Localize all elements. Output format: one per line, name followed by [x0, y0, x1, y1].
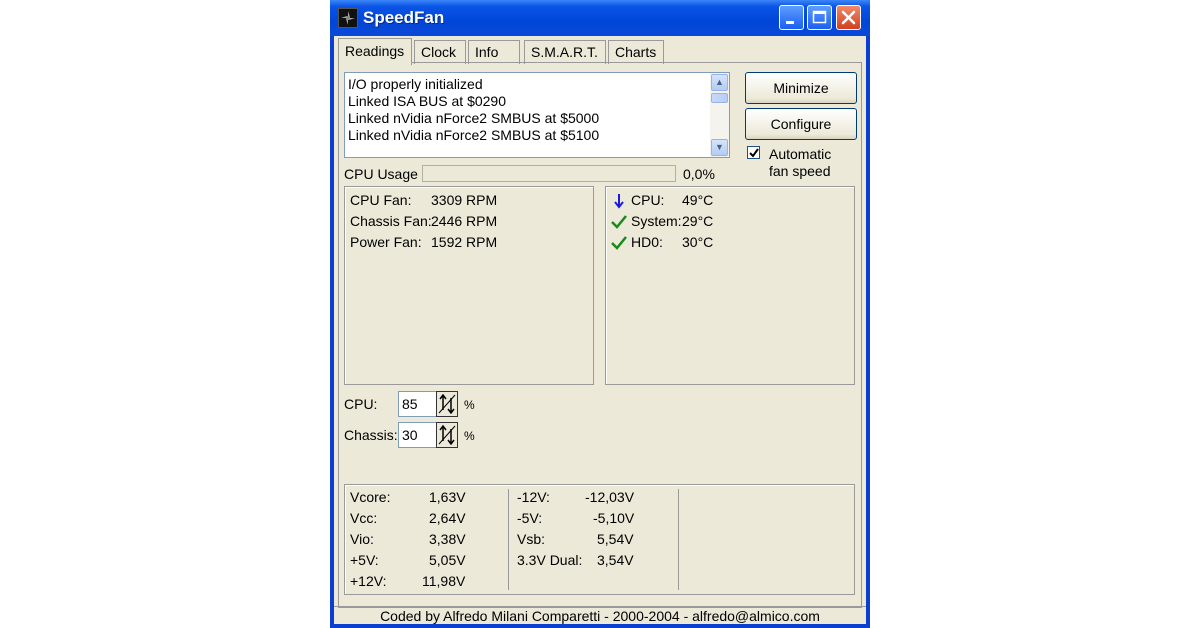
close-window-button[interactable] — [836, 5, 861, 30]
voltage-value: 3,54V — [597, 552, 634, 568]
automatic-fan-speed-checkbox[interactable] — [747, 146, 760, 159]
voltage-label: -12V: — [517, 489, 550, 505]
chassis-speed-spinner[interactable] — [436, 422, 458, 448]
voltage-value: -5,10V — [593, 510, 635, 526]
voltage-label: Vcore: — [350, 489, 391, 505]
voltages-box: Vcore: 1,63V Vcc: 2,64V Vio: 3,38V +5V: … — [344, 484, 855, 595]
voltage-label: Vsb: — [517, 531, 546, 547]
cpu-speed-unit: % — [464, 398, 475, 412]
checkmark-icon — [611, 215, 627, 229]
log-line: Linked nVidia nForce2 SMBUS at $5100 — [348, 127, 600, 143]
voltage-label: Vcc: — [350, 510, 378, 526]
scroll-down-arrow-icon[interactable]: ▼ — [711, 139, 728, 156]
tab-readings[interactable]: Readings — [338, 38, 412, 65]
voltage-label: 3.3V Dual: — [517, 552, 583, 568]
log-line: Linked nVidia nForce2 SMBUS at $5000 — [348, 110, 600, 126]
temp-value: 29°C — [682, 213, 714, 229]
chassis-speed-label: Chassis: — [344, 427, 398, 443]
minimize-icon — [786, 21, 794, 24]
voltage-value: 11,98V — [422, 573, 466, 589]
voltage-value: 1,63V — [429, 489, 466, 505]
column-divider — [508, 489, 509, 590]
maximize-window-button[interactable] — [807, 5, 832, 30]
cpu-usage-value: 0,0% — [683, 166, 715, 182]
window-title: SpeedFan — [363, 8, 445, 27]
log-scrollbar[interactable]: ▲ ▼ — [710, 73, 729, 157]
close-icon — [841, 10, 856, 25]
status-bar: Coded by Alfredo Milani Comparetti - 200… — [334, 606, 866, 625]
voltage-label: +5V: — [350, 552, 379, 568]
maximize-icon — [812, 10, 827, 24]
voltage-value: 3,38V — [429, 531, 466, 547]
fan-label: Chassis Fan: — [350, 213, 432, 229]
speedfan-window: SpeedFan Readings Clock Info S.M.A.R.T. … — [330, 0, 870, 628]
automatic-fan-speed-label: Automatic fan speed — [769, 146, 832, 179]
scroll-up-arrow-icon[interactable]: ▲ — [711, 74, 728, 91]
fans-box: CPU Fan: 3309 RPM Chassis Fan: 2446 RPM … — [344, 186, 594, 385]
speedfan-app-icon — [338, 8, 358, 28]
arrow-down-icon — [614, 194, 624, 209]
tab-info[interactable]: Info — [468, 40, 520, 64]
voltage-label: -5V: — [517, 510, 543, 526]
title-bar[interactable]: SpeedFan — [330, 0, 870, 36]
voltage-label: Vio: — [350, 531, 374, 547]
tab-smart[interactable]: S.M.A.R.T. — [524, 40, 606, 64]
cpu-speed-label: CPU: — [344, 396, 378, 412]
voltage-value: 5,05V — [429, 552, 466, 568]
fan-label: CPU Fan: — [350, 192, 412, 208]
log-listbox[interactable]: I/O properly initialized Linked ISA BUS … — [344, 72, 730, 158]
log-line: I/O properly initialized — [348, 76, 483, 92]
cpu-speed-spinner[interactable] — [436, 391, 458, 417]
scroll-thumb[interactable] — [711, 93, 728, 103]
spin-arrows-icon — [438, 393, 456, 415]
minimize-window-button[interactable] — [779, 5, 804, 30]
temp-value: 49°C — [682, 192, 714, 208]
spin-arrows-icon — [438, 424, 456, 446]
voltage-value: 2,64V — [429, 510, 466, 526]
voltage-value: -12,03V — [585, 489, 635, 505]
checkmark-icon — [749, 148, 759, 158]
voltage-value: 5,54V — [597, 531, 634, 547]
fan-value: 2446 RPM — [431, 213, 498, 229]
cpu-usage-bar — [422, 165, 676, 182]
temp-value: 30°C — [682, 234, 714, 250]
configure-button[interactable]: Configure — [745, 108, 857, 140]
cpu-usage-label: CPU Usage — [344, 166, 418, 182]
tab-charts[interactable]: Charts — [608, 40, 664, 64]
fan-value: 3309 RPM — [431, 192, 498, 208]
temp-label: HD0: — [631, 234, 663, 250]
chassis-speed-input[interactable] — [398, 422, 438, 448]
cpu-speed-input[interactable] — [398, 391, 438, 417]
voltage-label: +12V: — [350, 573, 387, 589]
minimize-button[interactable]: Minimize — [745, 72, 857, 104]
fan-label: Power Fan: — [350, 234, 422, 250]
client-area: Readings Clock Info S.M.A.R.T. Charts I/… — [334, 36, 866, 624]
column-divider — [678, 489, 679, 590]
tab-clock[interactable]: Clock — [414, 40, 466, 64]
temp-label: CPU: — [631, 192, 665, 208]
log-line: Linked ISA BUS at $0290 — [348, 93, 506, 109]
fan-value: 1592 RPM — [431, 234, 498, 250]
chassis-speed-unit: % — [464, 429, 475, 443]
checkmark-icon — [611, 236, 627, 250]
temp-label: System: — [631, 213, 682, 229]
temperatures-box: CPU: 49°C System: 29°C HD0: 30°C — [605, 186, 855, 385]
